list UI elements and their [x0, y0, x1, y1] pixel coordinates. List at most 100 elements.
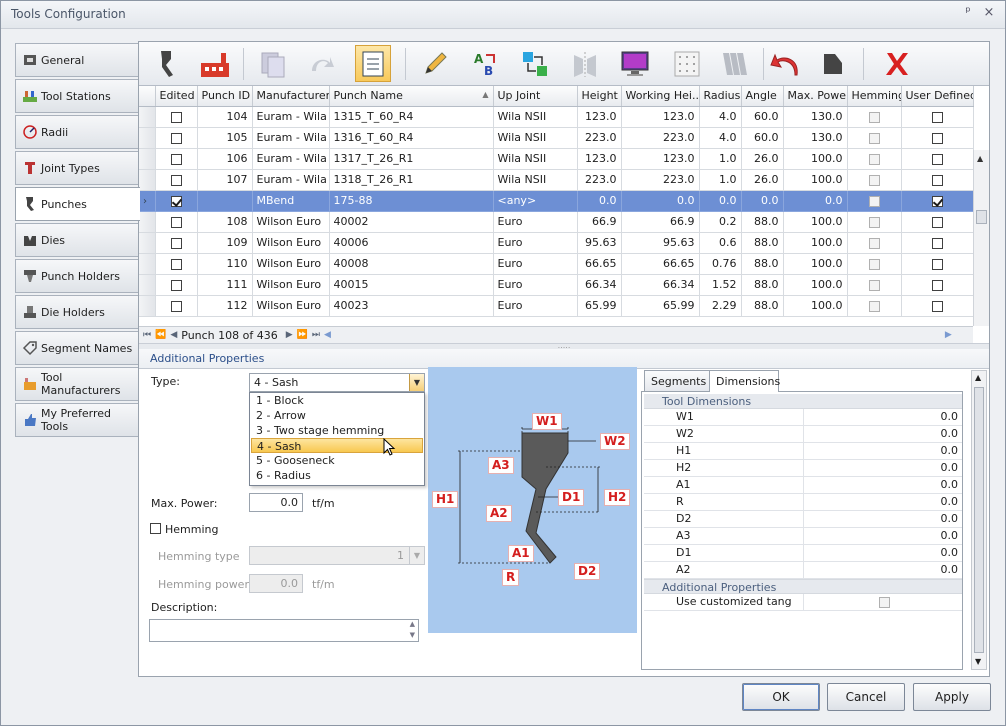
nav-item-my-preferred-tools[interactable]: My Preferred Tools — [15, 403, 139, 437]
table-cell-wh[interactable]: 223.0 — [621, 169, 700, 191]
table-cell-power[interactable]: 130.0 — [783, 127, 848, 149]
table-cell-id[interactable]: 107 — [197, 169, 253, 191]
hemming-checkbox[interactable] — [868, 279, 880, 291]
delete-x-icon[interactable] — [879, 45, 915, 82]
column-header-edited[interactable]: Edited — [155, 86, 198, 107]
table-cell[interactable] — [847, 127, 902, 149]
user-defined-checkbox[interactable] — [931, 195, 943, 207]
table-cell[interactable] — [901, 169, 974, 191]
table-cell-name[interactable]: 1315_T_60_R4 — [329, 106, 494, 128]
shape-icon[interactable] — [815, 45, 851, 82]
dimension-row[interactable]: W2 0.0 — [644, 426, 962, 443]
dimension-row[interactable]: R 0.0 — [644, 494, 962, 511]
row-indicator[interactable] — [139, 211, 156, 233]
table-cell-wh[interactable]: 0.0 — [621, 190, 700, 212]
table-cell-height[interactable]: 66.65 — [577, 253, 622, 275]
table-row[interactable]: › MBend 175-88 <any> 0.0 0.0 0.0 0.0 0.0 — [139, 190, 974, 212]
table-cell-height[interactable]: 95.63 — [577, 232, 622, 254]
table-cell[interactable] — [901, 295, 974, 317]
table-cell[interactable] — [847, 253, 902, 275]
row-indicator[interactable] — [139, 127, 156, 149]
table-cell-joint[interactable]: Euro — [493, 211, 578, 233]
table-cell-id[interactable]: 108 — [197, 211, 253, 233]
table-cell-id[interactable]: 112 — [197, 295, 253, 317]
hemming-checkbox[interactable] — [868, 300, 880, 312]
user-defined-checkbox[interactable] — [931, 279, 943, 291]
table-cell-mfr[interactable]: Wilson Euro — [252, 295, 330, 317]
table-cell-height[interactable]: 123.0 — [577, 148, 622, 170]
table-cell-angle[interactable]: 88.0 — [741, 253, 784, 275]
table-cell-name[interactable]: 175-88 — [329, 190, 494, 212]
table-cell-power[interactable]: 100.0 — [783, 274, 848, 296]
prev-record-icon[interactable]: ◀ — [170, 330, 177, 340]
table-cell-name[interactable]: 40008 — [329, 253, 494, 275]
next-record-icon[interactable]: ▶ — [286, 330, 293, 340]
table-cell-id[interactable] — [197, 190, 253, 212]
table-cell[interactable] — [847, 106, 902, 128]
hemming-checkbox[interactable] — [868, 216, 880, 228]
edited-checkbox[interactable] — [170, 174, 182, 186]
table-cell[interactable] — [901, 253, 974, 275]
table-cell-angle[interactable]: 26.0 — [741, 169, 784, 191]
nav-item-die-holders[interactable]: Die Holders — [15, 295, 139, 329]
row-indicator[interactable] — [139, 169, 156, 191]
table-cell-power[interactable]: 100.0 — [783, 211, 848, 233]
table-cell-power[interactable]: 100.0 — [783, 232, 848, 254]
dimension-row[interactable]: H2 0.0 — [644, 460, 962, 477]
punch-tool-icon[interactable] — [149, 45, 185, 82]
monitor-icon[interactable] — [617, 45, 653, 82]
row-indicator[interactable] — [139, 274, 156, 296]
dimension-value[interactable]: 0.0 — [804, 477, 962, 493]
table-row[interactable]: 105 Euram - Wila 1316_T_60_R4 Wila NSII 223.… — [139, 127, 974, 149]
user-defined-checkbox[interactable] — [931, 258, 943, 270]
type-option[interactable]: 1 - Block — [251, 393, 423, 408]
hemming-checkbox[interactable] — [150, 523, 161, 534]
hemming-checkbox[interactable] — [868, 111, 880, 123]
prev-page-icon[interactable]: ⏪ — [155, 330, 166, 340]
table-cell-joint[interactable]: Wila NSII — [493, 106, 578, 128]
row-indicator[interactable] — [139, 295, 156, 317]
table-cell-joint[interactable]: Wila NSII — [493, 169, 578, 191]
table-cell[interactable] — [155, 127, 198, 149]
table-cell-joint[interactable]: Euro — [493, 274, 578, 296]
column-header-max-power[interactable]: Max. Power — [783, 86, 848, 107]
apply-button[interactable]: Apply — [913, 683, 991, 711]
mirror-icon[interactable] — [567, 45, 603, 82]
nav-item-tool-stations[interactable]: Tool Stations — [15, 79, 139, 113]
table-cell[interactable] — [155, 148, 198, 170]
table-cell-wh[interactable]: 65.99 — [621, 295, 700, 317]
dimension-value[interactable]: 0.0 — [804, 511, 962, 527]
pin-icon[interactable]: ᵖ — [960, 5, 976, 20]
chevron-down-icon[interactable]: ▼ — [409, 547, 424, 564]
dimension-value[interactable]: 0.0 — [804, 409, 962, 425]
column-header-manufacturer[interactable]: Manufacturer — [252, 86, 330, 107]
table-row[interactable]: 111 Wilson Euro 40015 Euro 66.34 66.34 1.52 88.… — [139, 274, 974, 296]
nav-item-tool-manufacturers[interactable]: Tool Manufacturers — [15, 367, 139, 401]
table-cell-id[interactable]: 110 — [197, 253, 253, 275]
table-cell[interactable] — [901, 211, 974, 233]
close-icon[interactable]: × — [981, 5, 997, 20]
next-page-icon[interactable]: ⏩ — [297, 330, 308, 340]
max-power-input[interactable]: 0.0 — [249, 493, 303, 512]
table-cell-height[interactable]: 65.99 — [577, 295, 622, 317]
ok-button[interactable]: OK — [742, 683, 820, 711]
type-option[interactable]: 6 - Radius — [251, 468, 423, 483]
table-cell-mfr[interactable]: Euram - Wila — [252, 106, 330, 128]
hemming-checkbox[interactable] — [868, 195, 880, 207]
table-cell-wh[interactable]: 66.65 — [621, 253, 700, 275]
user-defined-checkbox[interactable] — [931, 237, 943, 249]
table-row[interactable]: 104 Euram - Wila 1315_T_60_R4 Wila NSII 123.… — [139, 106, 974, 128]
row-indicator[interactable] — [139, 106, 156, 128]
table-cell-radius[interactable]: 0.0 — [699, 190, 742, 212]
first-record-icon[interactable]: ⏮ — [143, 330, 151, 340]
dimension-row[interactable]: A2 0.0 — [644, 562, 962, 579]
table-cell-radius[interactable]: 1.0 — [699, 148, 742, 170]
table-cell-mfr[interactable]: Wilson Euro — [252, 253, 330, 275]
dimension-row[interactable]: W1 0.0 — [644, 409, 962, 426]
table-cell-height[interactable]: 66.9 — [577, 211, 622, 233]
scroll-down-arrow-icon[interactable]: ▼ — [975, 657, 981, 666]
tab-segments[interactable]: Segments — [644, 370, 710, 391]
table-cell[interactable] — [155, 295, 198, 317]
table-cell-joint[interactable]: Euro — [493, 253, 578, 275]
dimension-row[interactable]: A3 0.0 — [644, 528, 962, 545]
